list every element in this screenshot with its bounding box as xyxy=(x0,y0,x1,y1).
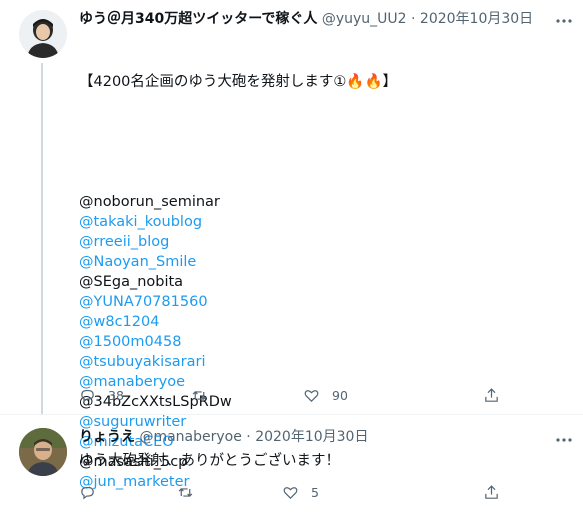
tweet-header: りょうえ @manaberyoe · 2020年10月30日 xyxy=(79,428,368,446)
avatar[interactable] xyxy=(19,10,67,58)
like-icon xyxy=(304,389,319,402)
tweet-header: ゆう＠月340万超ツイッターで稼ぐ人 @yuyu_UU2 · 2020年10月3… xyxy=(79,10,533,28)
reply-icon xyxy=(81,486,94,499)
mention-link[interactable]: @Naoyan_Smile xyxy=(79,252,397,272)
retweet-button[interactable] xyxy=(191,385,220,405)
tweet-actions: 5 xyxy=(79,482,569,502)
tweet-text: ゆう大砲発射、ありがとうございます！ xyxy=(79,453,340,469)
tweet-main[interactable]: ゆう＠月340万超ツイッターで稼ぐ人 @yuyu_UU2 · 2020年10月3… xyxy=(0,0,583,490)
retweet-icon xyxy=(192,390,207,400)
more-icon[interactable] xyxy=(555,12,573,30)
reply-icon xyxy=(81,389,94,402)
tweet-date[interactable]: 2020年10月30日 xyxy=(420,11,533,27)
mention-link[interactable]: @w8c1204 xyxy=(79,312,397,332)
retweet-icon xyxy=(178,487,193,497)
like-button[interactable]: 90 xyxy=(303,385,348,405)
mention-link[interactable]: @rreeii_blog xyxy=(79,232,397,252)
share-icon xyxy=(485,387,498,402)
author-handle[interactable]: @yuyu_UU2 xyxy=(322,11,407,27)
like-icon xyxy=(283,486,298,499)
mention-link: @SEga_nobita xyxy=(79,274,184,290)
share-button[interactable] xyxy=(483,385,500,405)
author-name[interactable]: りょうえ xyxy=(79,429,135,445)
avatar[interactable] xyxy=(19,428,67,476)
share-button[interactable] xyxy=(483,482,500,502)
tweet-headline: 【4200名企画のゆう大砲を発射します①🔥🔥】 xyxy=(79,74,398,90)
tweet-date[interactable]: 2020年10月30日 xyxy=(255,429,368,445)
reply-button[interactable] xyxy=(79,482,108,502)
like-count: 90 xyxy=(332,387,348,403)
mention-link: @noborun_seminar xyxy=(79,194,220,210)
mention-link[interactable]: @YUNA70781560 xyxy=(79,292,397,312)
thread-connector xyxy=(41,63,43,414)
like-button[interactable]: 5 xyxy=(282,482,319,502)
mention-link[interactable]: @takaki_koublog xyxy=(79,212,397,232)
tweet-actions: 38 90 xyxy=(79,385,569,405)
author-handle[interactable]: @manaberyoe xyxy=(139,429,241,445)
mention-link[interactable]: @tsubuyakisarari xyxy=(79,352,397,372)
author-name[interactable]: ゆう＠月340万超ツイッターで稼ぐ人 xyxy=(79,11,317,27)
share-icon xyxy=(485,484,498,499)
mention-link[interactable]: @1500m0458 xyxy=(79,332,397,352)
reply-button[interactable]: 38 xyxy=(79,385,124,405)
reply-count: 38 xyxy=(108,387,124,403)
more-icon[interactable] xyxy=(555,431,573,449)
retweet-button[interactable] xyxy=(177,482,206,502)
tweet-reply[interactable]: りょうえ @manaberyoe · 2020年10月30日 ゆう大砲発射、あり… xyxy=(0,414,583,503)
separator: · xyxy=(411,11,416,27)
separator: · xyxy=(246,429,251,445)
like-count: 5 xyxy=(311,484,319,500)
